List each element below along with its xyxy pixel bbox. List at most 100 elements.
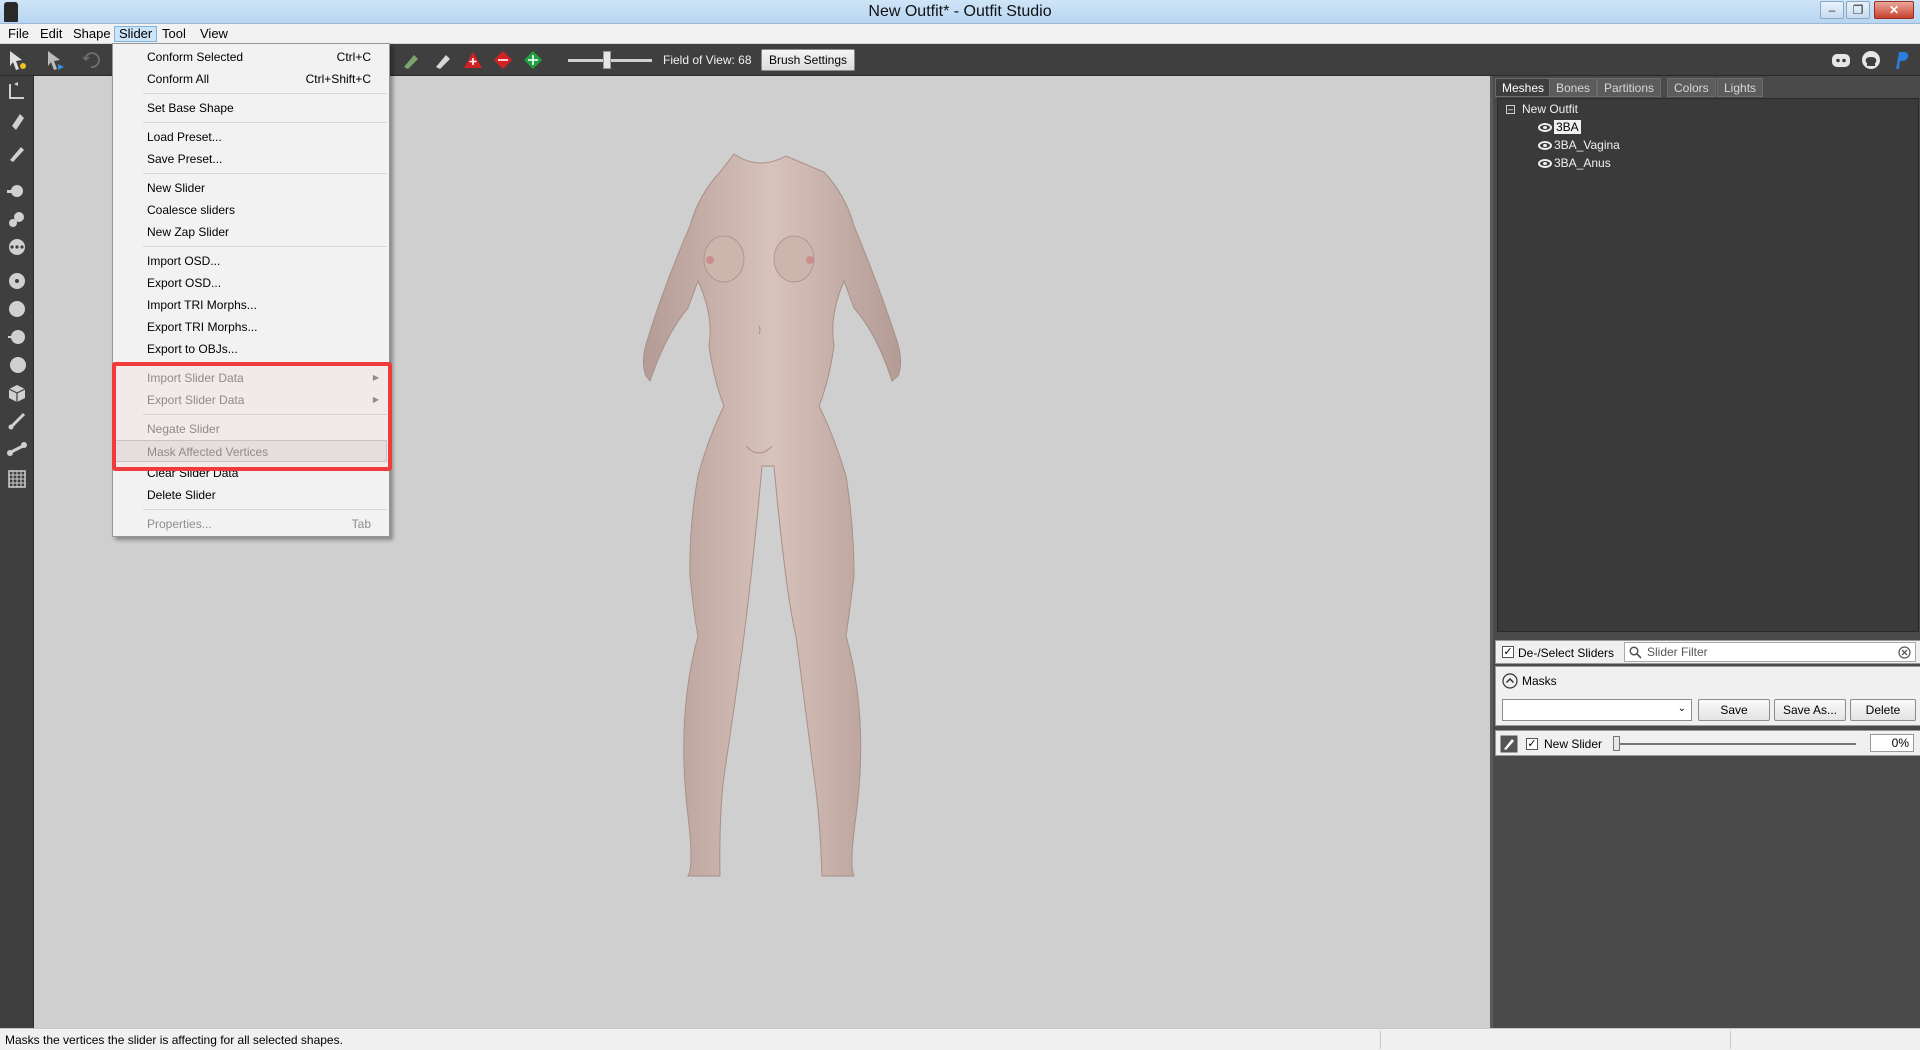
weight-brush-icon[interactable]	[6, 298, 28, 320]
bone-icon[interactable]	[6, 410, 28, 432]
clear-filter-icon[interactable]	[1898, 646, 1911, 659]
tree-item-3ba-vagina[interactable]: 3BA_Vagina	[1538, 136, 1620, 154]
color-brush-icon[interactable]	[6, 354, 28, 376]
slider-row: ✓ New Slider 0%	[1495, 730, 1920, 756]
menu-item-new-slider[interactable]: New Slider	[115, 177, 387, 199]
menu-item-export-tri[interactable]: Export TRI Morphs...	[115, 316, 387, 338]
window-title: New Outfit* - Outfit Studio	[868, 3, 1052, 20]
unweight-brush-icon[interactable]	[6, 326, 28, 348]
menu-view[interactable]: View	[196, 26, 232, 42]
chevron-down-icon: ⌄	[1677, 703, 1686, 714]
menu-separator	[143, 122, 387, 123]
collapse-masks-icon[interactable]	[1502, 673, 1518, 689]
tree-item-3ba-anus[interactable]: 3BA_Anus	[1538, 154, 1611, 172]
menu-separator	[143, 173, 387, 174]
status-bar: Masks the vertices the slider is affecti…	[0, 1028, 1920, 1050]
menu-item-load-preset[interactable]: Load Preset...	[115, 126, 387, 148]
menu-item-import-tri[interactable]: Import TRI Morphs...	[115, 294, 387, 316]
menu-item-export-osd[interactable]: Export OSD...	[115, 272, 387, 294]
menu-bar: File Edit Shape Slider Tool View	[0, 24, 1920, 44]
eye-icon[interactable]	[1538, 123, 1552, 133]
status-divider	[1380, 1031, 1381, 1049]
collapse-icon[interactable]: –	[1506, 105, 1515, 114]
slider-filter-input[interactable]: Slider Filter	[1624, 642, 1916, 662]
wireframe-grid-icon[interactable]	[6, 468, 28, 490]
menu-item-new-zap-slider[interactable]: New Zap Slider	[115, 221, 387, 243]
menu-item-conform-selected[interactable]: Conform Selected Ctrl+C	[115, 46, 387, 68]
right-panel: Meshes Bones Partitions Colors Lights – …	[1490, 76, 1920, 1028]
axis-z-icon[interactable]	[522, 49, 544, 71]
axis-y-icon[interactable]	[492, 49, 514, 71]
edit-slider-icon[interactable]	[1500, 735, 1518, 753]
axis-x-icon[interactable]	[462, 49, 484, 71]
inflate-brush-icon[interactable]	[6, 180, 28, 202]
menu-file[interactable]: File	[4, 26, 33, 42]
menu-item-conform-all[interactable]: Conform All Ctrl+Shift+C	[115, 68, 387, 90]
slider-thumb[interactable]	[1613, 736, 1620, 751]
deselect-sliders-label: De-/Select Sliders	[1518, 646, 1615, 660]
bone-transform-icon[interactable]	[6, 438, 28, 460]
menu-item-save-preset[interactable]: Save Preset...	[115, 148, 387, 170]
brush-inflate-icon[interactable]	[400, 49, 422, 71]
discord-icon[interactable]	[1830, 49, 1852, 71]
menu-shape[interactable]: Shape	[69, 26, 115, 42]
pencil-icon[interactable]	[6, 142, 28, 164]
undo-icon[interactable]	[80, 49, 102, 71]
save-as-mask-button[interactable]: Save As...	[1774, 699, 1846, 721]
delete-mask-button[interactable]: Delete	[1850, 699, 1916, 721]
select-mode-icon[interactable]	[6, 80, 28, 102]
tab-meshes[interactable]: Meshes	[1495, 78, 1552, 97]
slider-value-input[interactable]: 0%	[1870, 734, 1914, 752]
close-button[interactable]: ✕	[1874, 1, 1914, 19]
search-icon	[1629, 646, 1642, 659]
tab-bones[interactable]: Bones	[1549, 78, 1598, 97]
cube-icon[interactable]	[6, 382, 28, 404]
menu-edit[interactable]: Edit	[36, 26, 66, 42]
github-icon[interactable]	[1860, 49, 1882, 71]
restore-button[interactable]: ❐	[1846, 1, 1870, 19]
minimize-button[interactable]: –	[1820, 1, 1844, 19]
mask-brush-icon[interactable]	[6, 110, 28, 132]
menu-tool[interactable]: Tool	[158, 26, 190, 42]
slider-filter-placeholder: Slider Filter	[1647, 645, 1708, 659]
masks-panel: Masks ⌄ Save Save As... Delete	[1495, 666, 1920, 726]
select-tool-icon[interactable]	[6, 49, 28, 71]
move-brush-icon[interactable]	[6, 236, 28, 258]
tree-root-label[interactable]: New Outfit	[1522, 100, 1578, 118]
menu-separator	[143, 93, 387, 94]
tab-partitions[interactable]: Partitions	[1597, 78, 1662, 97]
slider-name: New Slider	[1544, 737, 1603, 751]
menu-item-properties[interactable]: Properties... Tab	[115, 513, 387, 535]
eye-icon[interactable]	[1538, 141, 1552, 151]
smooth-brush-icon[interactable]	[6, 270, 28, 292]
deselect-sliders-checkbox[interactable]: ✓	[1502, 646, 1514, 658]
menu-separator	[143, 246, 387, 247]
tab-lights[interactable]: Lights	[1717, 78, 1764, 97]
fov-slider-thumb[interactable]	[603, 51, 611, 69]
save-mask-button[interactable]: Save	[1698, 699, 1770, 721]
mesh-tree: – New Outfit 3BA 3BA_Vagina 3BA_Anus	[1497, 98, 1919, 632]
menu-slider[interactable]: Slider	[114, 26, 158, 42]
title-bar: New Outfit* - Outfit Studio – ❐ ✕	[0, 0, 1920, 24]
eye-icon[interactable]	[1538, 159, 1552, 169]
menu-item-export-objs[interactable]: Export to OBJs...	[115, 338, 387, 360]
paypal-icon[interactable]	[1890, 49, 1912, 71]
masks-label: Masks	[1522, 674, 1557, 688]
left-toolbar	[0, 76, 34, 1028]
slider-track[interactable]	[1616, 743, 1856, 745]
deflate-brush-icon[interactable]	[6, 208, 28, 230]
slider-header: ✓ De-/Select Sliders Slider Filter	[1495, 640, 1920, 664]
menu-item-delete-slider[interactable]: Delete Slider	[115, 484, 387, 506]
status-divider	[1730, 1031, 1731, 1049]
slider-enable-checkbox[interactable]: ✓	[1526, 738, 1538, 750]
tab-colors[interactable]: Colors	[1667, 78, 1716, 97]
menu-item-set-base-shape[interactable]: Set Base Shape	[115, 97, 387, 119]
tree-item-3ba[interactable]: 3BA	[1538, 118, 1581, 136]
menu-item-coalesce-sliders[interactable]: Coalesce sliders	[115, 199, 387, 221]
brush-settings-button[interactable]: Brush Settings	[761, 49, 855, 71]
mask-select[interactable]: ⌄	[1502, 699, 1692, 721]
transform-tool-icon[interactable]	[44, 49, 66, 71]
fov-label: Field of View: 68	[663, 53, 752, 67]
menu-item-import-osd[interactable]: Import OSD...	[115, 250, 387, 272]
brush-paint-icon[interactable]	[432, 49, 454, 71]
